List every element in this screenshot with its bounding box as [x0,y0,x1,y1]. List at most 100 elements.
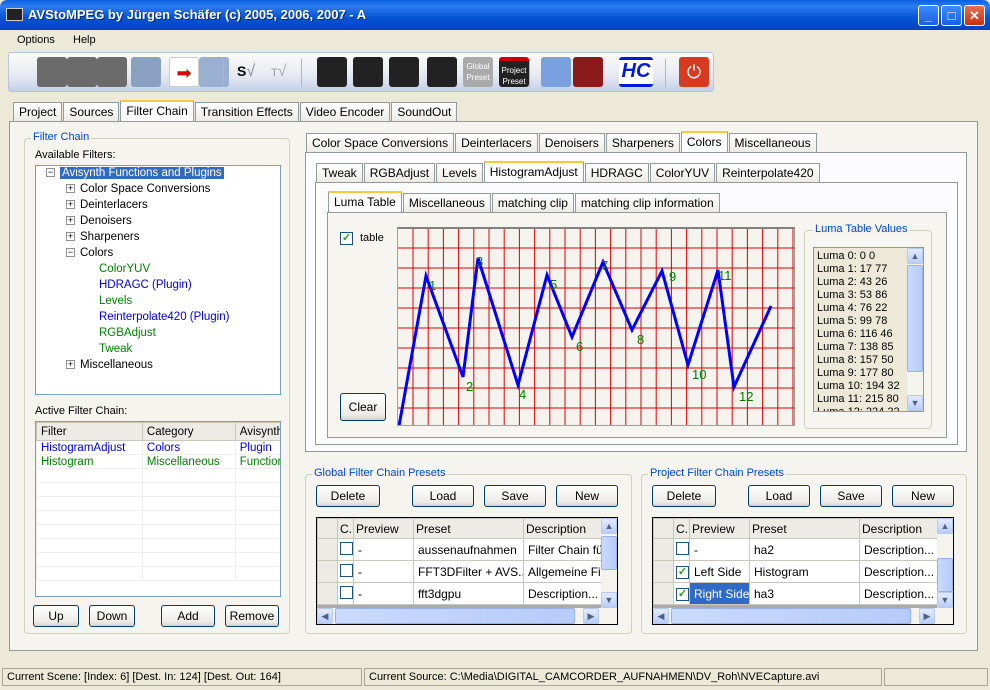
preset-checkbox-cell[interactable] [337,582,354,605]
tree-category-colors[interactable]: − Colors [66,247,113,259]
scroll-left-icon[interactable]: ◀ [317,608,333,624]
row-header[interactable] [653,560,674,583]
preset-row[interactable]: - ha2 Description... [653,538,940,561]
row-header[interactable] [317,538,338,561]
tab-video-encoder[interactable]: Video Encoder [299,102,391,121]
tab-project[interactable]: Project [13,102,63,121]
tab-filter-coloryuv[interactable]: ColorYUV [649,163,716,182]
delete-button[interactable]: Delete [316,485,380,507]
import-scene-icon[interactable] [131,57,161,87]
tree-filter-item[interactable]: Tweak [99,343,132,355]
scroll-up-icon[interactable]: ▲ [601,518,617,534]
collapse-icon[interactable]: − [46,168,55,178]
description-cell[interactable]: Description... [859,582,940,605]
preset-checkbox-cell[interactable]: ✓ [673,582,690,605]
film-disc-icon[interactable] [573,57,603,87]
new-button[interactable]: New [892,485,954,507]
column-header[interactable]: Description [859,518,940,539]
expand-icon[interactable]: + [66,232,75,242]
tab-category-color-space-conversions[interactable]: Color Space Conversions [306,133,455,152]
remove-button[interactable]: Remove [225,605,279,627]
tab-category-colors[interactable]: Colors [680,131,728,152]
tab-category-sharpeners[interactable]: Sharpeners [605,133,680,152]
table-checkbox[interactable]: ✓ [340,232,353,245]
tab-sub-luma-table[interactable]: Luma Table [328,191,402,212]
preview-cell[interactable]: Right Side [689,582,750,605]
presets-hscroll[interactable]: ◀ ▶ [653,608,953,624]
luma-value-item[interactable]: Luma 3: 53 86 [817,289,920,302]
preset-checkbox[interactable] [340,585,353,599]
expand-icon[interactable]: + [66,200,75,210]
preview-cell[interactable]: - [353,560,414,583]
scroll-right-icon[interactable]: ▶ [919,608,935,624]
tree-category-denoisers[interactable]: + Denoisers [66,215,132,227]
load-button[interactable]: Load [748,485,810,507]
column-header[interactable]: Preset [413,518,524,539]
column-header[interactable]: Category [141,422,236,441]
clear-button[interactable]: Clear [340,393,386,421]
tree-filter-item[interactable]: RGBAdjust [99,327,156,339]
luma-value-item[interactable]: Luma 11: 215 80 [817,393,920,406]
luma-value-item[interactable]: Luma 6: 116 46 [817,328,920,341]
active-filter-table[interactable]: Filter Category Avisynth HistogramAdjust Col… [35,421,281,597]
scroll-thumb[interactable] [937,558,953,592]
menu-options[interactable]: Options [17,34,55,46]
power-icon[interactable]: ⏻ [679,57,709,87]
scroll-up-icon[interactable]: ▲ [937,518,953,534]
description-cell[interactable]: Description... [859,538,940,561]
available-filters-tree[interactable]: − Avisynth Functions and Plugins + Color Sp… [35,165,281,395]
maximize-button[interactable]: □ [941,5,962,26]
global-preset-icon[interactable]: Global Preset [463,57,493,87]
column-header[interactable]: Avisynth [234,422,280,441]
scroll-up-icon[interactable]: ▲ [907,248,923,264]
preset-cell[interactable]: Histogram [749,560,860,583]
tab-filter-rgbadjust[interactable]: RGBAdjust [363,163,436,182]
preset-row[interactable]: -aussenaufnahmenFilter Chain für Au [317,538,604,561]
presets-vscroll[interactable]: ▲ ▼ [937,518,953,608]
load-button[interactable]: Load [412,485,474,507]
preview-cell[interactable]: - [353,582,414,605]
preset-checkbox[interactable]: ✓ [676,566,689,579]
close-button[interactable]: ✕ [964,5,985,26]
luma-value-item[interactable]: Luma 12: 224 22 [817,406,920,411]
preset-checkbox[interactable] [676,541,689,555]
tab-filter-hdragc[interactable]: HDRAGC [584,163,649,182]
preset-checkbox-cell[interactable] [673,538,690,561]
tree-category-miscellaneous[interactable]: + Miscellaneous [66,359,153,371]
description-cell[interactable]: Filter Chain für Au [523,538,604,561]
new-button[interactable]: New [556,485,618,507]
presets-grid[interactable]: C. Preview Preset Description - aussenaufnahm… [316,517,618,625]
table-row[interactable]: HistogramAdjust Colors Plugin [36,440,280,455]
tab-filter-levels[interactable]: Levels [436,163,483,182]
row-header[interactable] [317,560,338,583]
scene-icon[interactable] [67,57,97,87]
presets-grid[interactable]: C. Preview Preset Description - ha2 Descriptio… [652,517,954,625]
column-header[interactable]: Description [523,518,604,539]
luma-values-scrollbar[interactable]: ▲ ▼ [907,248,923,411]
preset-row[interactable]: -FFT3DFilter + AVS...Allgemeine Filter [317,560,604,583]
scroll-thumb[interactable] [907,265,923,372]
preset-checkbox[interactable] [340,541,353,555]
tab-transition-effects[interactable]: Transition Effects [194,102,299,121]
preset-row[interactable]: ✓ Left Side Histogram Description... [653,560,940,583]
minimize-button[interactable]: _ [918,5,939,26]
column-header[interactable]: C. [337,518,354,539]
preset-checkbox[interactable] [340,563,353,577]
preset-checkbox-cell[interactable] [337,538,354,561]
preset-cell[interactable]: ha3 [749,582,860,605]
tree-filter-item[interactable]: ColorYUV [99,263,150,275]
column-header[interactable]: C. [673,518,690,539]
luma-value-item[interactable]: Luma 8: 157 50 [817,354,920,367]
luma-value-item[interactable]: Luma 7: 138 85 [817,341,920,354]
luma-curve[interactable] [398,257,773,426]
scroll-down-icon[interactable]: ▼ [907,395,923,411]
scroll-down-icon[interactable]: ▼ [937,592,953,608]
description-cell[interactable]: Description... [859,560,940,583]
row-header[interactable] [653,582,674,605]
scroll-thumb[interactable] [601,536,617,570]
description-cell[interactable]: Description... [523,582,604,605]
scroll-thumb[interactable] [671,608,911,624]
tab-category-deinterlacers[interactable]: Deinterlacers [455,133,538,152]
preview-cell[interactable]: Left Side [689,560,750,583]
add-clip-icon[interactable] [317,57,347,87]
